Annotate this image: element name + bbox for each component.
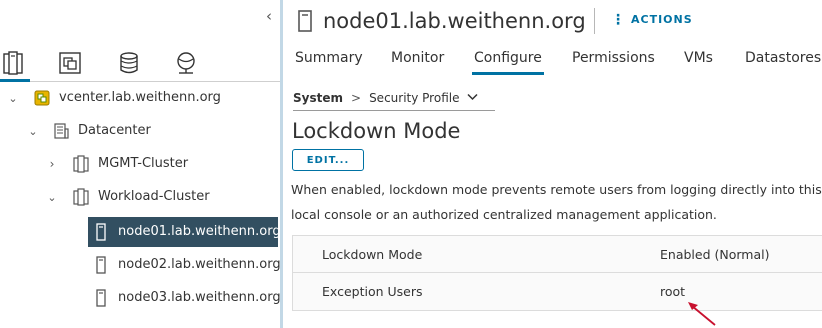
tree-item-vcenter[interactable]: ⌄ vcenter.lab.weithenn.org <box>0 83 280 113</box>
chevron-down-icon[interactable]: ⌄ <box>45 190 59 204</box>
tab-vms[interactable]: VMs <box>684 44 713 72</box>
actions-label: ACTIONS <box>631 13 693 26</box>
host-icon <box>92 256 110 274</box>
hosts-and-clusters-icon[interactable] <box>0 50 30 82</box>
tab-summary[interactable]: Summary <box>295 44 363 72</box>
breadcrumb-section[interactable]: System <box>293 91 343 105</box>
host-icon <box>297 9 313 33</box>
section-title: Lockdown Mode <box>292 119 461 143</box>
tree-item-datacenter[interactable]: ⌄ Datacenter <box>0 116 280 146</box>
breadcrumb: System > Security Profile <box>293 85 495 111</box>
property-value: Enabled (Normal) <box>660 246 770 262</box>
tree-item-workload-cluster[interactable]: ⌄ Workload-Cluster <box>0 182 280 212</box>
description-line: local console or an authorized centraliz… <box>291 207 717 222</box>
title-separator <box>594 8 595 34</box>
table-row: Exception Users root <box>293 273 822 310</box>
vms-and-templates-icon[interactable] <box>57 50 83 76</box>
lockdown-properties-table: Lockdown Mode Enabled (Normal) Exception… <box>292 235 822 311</box>
table-row: Lockdown Mode Enabled (Normal) <box>293 236 822 273</box>
breadcrumb-current[interactable]: Security Profile <box>369 91 459 105</box>
tree-item-node01[interactable]: node01.lab.weithenn.org <box>88 217 281 247</box>
actions-menu-button[interactable]: ⋮ ACTIONS <box>611 11 693 29</box>
object-tabs: Summary Monitor Configure Permissions VM… <box>295 44 822 75</box>
collapse-navigator-icon[interactable]: ‹ <box>262 6 276 26</box>
breadcrumb-separator-icon: > <box>351 90 362 105</box>
description-line: When enabled, lockdown mode prevents rem… <box>291 182 822 197</box>
tree-item-label: vcenter.lab.weithenn.org <box>59 90 221 105</box>
chevron-down-icon[interactable]: ⌄ <box>6 91 20 105</box>
datacenter-icon <box>52 122 70 140</box>
tab-permissions[interactable]: Permissions <box>572 44 655 72</box>
tree-item-label: node03.lab.weithenn.org <box>118 290 281 305</box>
property-value: root <box>660 284 686 299</box>
tree-item-label: Datacenter <box>78 123 151 138</box>
kebab-menu-icon: ⋮ <box>611 12 626 28</box>
chevron-right-icon[interactable]: › <box>45 157 59 171</box>
tab-datastores[interactable]: Datastores <box>745 44 821 72</box>
tree-item-node02[interactable]: node02.lab.weithenn.org <box>88 250 281 280</box>
host-icon <box>92 223 110 241</box>
page-title: node01.lab.weithenn.org <box>323 9 586 33</box>
vcenter-icon <box>33 89 51 107</box>
annotation-arrow-icon <box>688 302 716 326</box>
tree-item-label: node01.lab.weithenn.org <box>118 224 281 239</box>
networking-icon[interactable] <box>173 50 199 76</box>
cluster-icon <box>72 188 90 206</box>
property-key: Exception Users <box>322 284 423 299</box>
host-detail-pane: node01.lab.weithenn.org ⋮ ACTIONS Summar… <box>283 0 822 328</box>
edit-button[interactable]: EDIT... <box>292 149 364 171</box>
inventory-navigator: ‹ ⌄ vcenter.lab.weithenn.org ⌄ Datacente… <box>0 0 281 328</box>
tab-monitor[interactable]: Monitor <box>391 44 444 72</box>
host-icon <box>92 289 110 307</box>
tree-item-label: node02.lab.weithenn.org <box>118 257 281 272</box>
tree-item-node03[interactable]: node03.lab.weithenn.org <box>88 283 281 313</box>
chevron-down-icon[interactable]: ⌄ <box>26 124 40 138</box>
tab-configure[interactable]: Configure <box>472 44 544 75</box>
lockdown-description: When enabled, lockdown mode prevents rem… <box>291 177 822 227</box>
tree-item-mgmt-cluster[interactable]: › MGMT-Cluster <box>0 149 280 179</box>
tree-item-label: MGMT-Cluster <box>98 156 189 171</box>
cluster-icon <box>72 155 90 173</box>
inventory-view-tabs <box>0 40 280 82</box>
chevron-down-icon[interactable] <box>467 91 478 104</box>
property-key: Lockdown Mode <box>322 246 423 262</box>
tree-item-label: Workload-Cluster <box>98 189 210 204</box>
storage-icon[interactable] <box>116 50 142 76</box>
